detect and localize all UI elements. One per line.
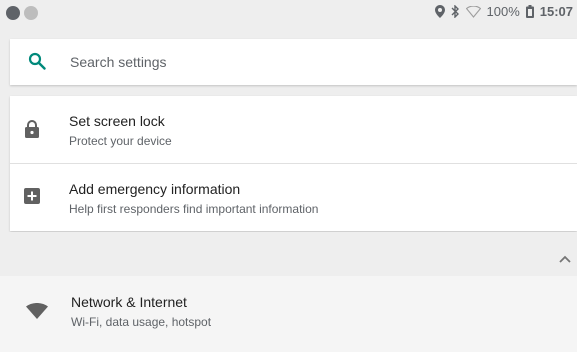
wifi-icon — [26, 302, 48, 324]
app-dot-icon — [24, 6, 38, 20]
suggestion-emergency-info[interactable]: Add emergency information Help first res… — [10, 164, 577, 231]
suggestion-title: Set screen lock — [69, 113, 165, 129]
suggestion-subtitle: Help first responders find important inf… — [69, 202, 319, 216]
search-icon — [28, 52, 46, 75]
wifi-outline-icon — [465, 5, 481, 18]
lock-icon — [24, 120, 40, 143]
settings-item-subtitle: Wi-Fi, data usage, hotspot — [71, 315, 212, 329]
battery-icon — [525, 5, 534, 18]
battery-percent: 100% — [486, 4, 520, 19]
suggestions-card: Set screen lock Protect your device Add … — [10, 96, 577, 231]
clock: 15:07 — [539, 4, 573, 19]
search-input[interactable]: Search settings — [70, 54, 167, 70]
suggestions-collapse-bar — [0, 232, 577, 276]
status-bar-notifications — [6, 6, 38, 20]
suggestion-subtitle: Protect your device — [69, 134, 172, 148]
app-dot-icon — [6, 6, 20, 20]
add-box-icon — [24, 188, 40, 209]
bluetooth-icon — [451, 5, 460, 18]
suggestion-screen-lock[interactable]: Set screen lock Protect your device — [10, 96, 577, 164]
location-icon — [434, 5, 445, 18]
chevron-up-icon[interactable] — [559, 250, 571, 268]
search-bar[interactable]: Search settings — [10, 39, 577, 85]
settings-item-title: Network & Internet — [71, 294, 187, 310]
suggestion-title: Add emergency information — [69, 181, 241, 197]
settings-item-network[interactable]: Network & Internet Wi-Fi, data usage, ho… — [0, 276, 577, 352]
status-bar: 100% 15:07 — [0, 0, 577, 26]
status-bar-indicators: 100% 15:07 — [434, 4, 573, 19]
